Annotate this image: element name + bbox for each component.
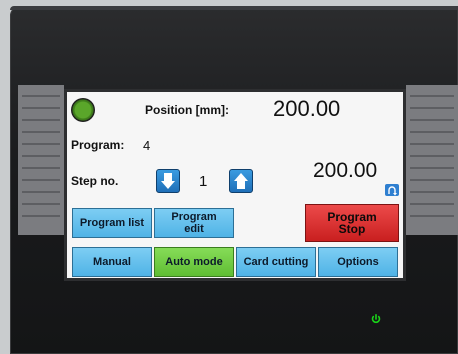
position-label: Position [mm]: (145, 103, 229, 117)
left-vent-panel (18, 85, 64, 235)
auto-mode-button[interactable]: Auto mode (154, 247, 234, 277)
step-reset-button[interactable] (385, 184, 399, 196)
bezel-top-edge (10, 6, 458, 10)
reset-icon (388, 186, 397, 196)
position-value: 200.00 (273, 96, 341, 121)
program-list-button[interactable]: Program list (72, 208, 152, 238)
arrow-up-icon (234, 173, 248, 189)
arrow-down-icon (161, 173, 175, 189)
power-icon (371, 314, 381, 324)
program-edit-button[interactable]: Program edit (154, 208, 234, 238)
options-button[interactable]: Options (318, 247, 398, 277)
step-label: Step no. (71, 174, 119, 188)
program-stop-button[interactable]: Program Stop (305, 204, 399, 242)
step-value: 1 (199, 173, 208, 190)
touchscreen: Position [mm]: 200.00 Program: 4 Step no… (64, 89, 406, 281)
step-up-button[interactable] (229, 169, 253, 193)
step-secondary-value: 200.00 (313, 159, 378, 182)
program-value: 4 (143, 138, 151, 153)
card-cutting-button[interactable]: Card cutting (236, 247, 316, 277)
step-down-button[interactable] (156, 169, 180, 193)
manual-button[interactable]: Manual (72, 247, 152, 277)
status-led-icon (71, 98, 95, 122)
program-label: Program: (71, 138, 125, 152)
right-vent-panel (406, 85, 458, 235)
